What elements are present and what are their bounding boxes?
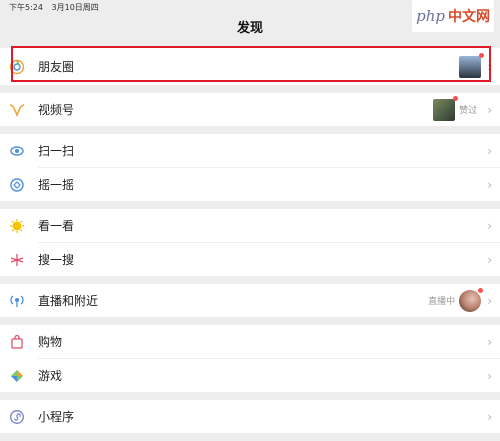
menu-item-live-nearby[interactable]: 直播和附近 直播中 ›	[0, 284, 500, 317]
watermark-php: php	[416, 7, 445, 25]
mini-program-icon	[8, 408, 26, 426]
channels-liked-text: 赞过	[459, 106, 478, 116]
unread-dot	[479, 52, 485, 58]
group-mini-program: 小程序 ›	[0, 400, 500, 433]
unread-dot	[478, 287, 484, 293]
watermark-logo: php 中文网	[412, 0, 494, 32]
status-date: 3月10日周四	[51, 3, 99, 12]
menu-item-channels[interactable]: 视频号 赞过 ›	[0, 93, 500, 126]
chevron-right-icon: ›	[487, 293, 492, 308]
chevron-right-icon: ›	[487, 218, 492, 233]
status-time: 下午5:24	[9, 3, 43, 12]
group-moments: 朋友圈 ›	[0, 48, 500, 85]
unread-dot	[453, 95, 459, 101]
moments-icon	[8, 58, 26, 76]
game-icon	[8, 367, 26, 385]
menu-item-top-stories[interactable]: 看一看 ›	[0, 209, 500, 242]
chevron-right-icon: ›	[487, 102, 492, 117]
shake-icon	[8, 176, 26, 194]
menu-item-label: 朋友圈	[38, 60, 75, 74]
chevron-right-icon: ›	[487, 252, 492, 267]
watermark-cn: 中文网	[448, 9, 490, 25]
chevron-right-icon: ›	[487, 177, 492, 192]
menu-item-label: 小程序	[38, 410, 75, 424]
shopping-bag-icon	[8, 333, 26, 351]
chevron-right-icon: ›	[487, 59, 492, 74]
menu-item-label: 扫一扫	[38, 144, 75, 158]
menu-item-label: 摇一摇	[38, 178, 75, 192]
group-live: 直播和附近 直播中 ›	[0, 284, 500, 317]
top-stories-icon	[8, 217, 26, 235]
menu-item-label: 看一看	[38, 219, 75, 233]
channels-thumbnail	[433, 95, 459, 121]
menu-item-moments[interactable]: 朋友圈 ›	[0, 48, 500, 85]
chevron-right-icon: ›	[487, 368, 492, 383]
menu-item-label: 购物	[38, 335, 63, 349]
scan-icon	[8, 142, 26, 160]
menu-item-games[interactable]: 游戏 ›	[0, 359, 500, 392]
group-shop-games: 购物 › 游戏 ›	[0, 325, 500, 392]
menu-item-mini-program[interactable]: 小程序 ›	[0, 400, 500, 433]
menu-item-label: 视频号	[38, 103, 75, 117]
chevron-right-icon: ›	[487, 334, 492, 349]
group-scan-shake: 扫一扫 › 摇一摇 ›	[0, 134, 500, 201]
group-stories-search: 看一看 › 搜一搜 ›	[0, 209, 500, 276]
live-icon	[8, 292, 26, 310]
channels-icon	[8, 101, 26, 119]
menu-item-scan[interactable]: 扫一扫 ›	[0, 134, 500, 167]
menu-item-shake[interactable]: 摇一摇 ›	[0, 168, 500, 201]
menu-item-shopping[interactable]: 购物 ›	[0, 325, 500, 358]
menu-item-label: 搜一搜	[38, 253, 75, 267]
group-channels: 视频号 赞过 ›	[0, 93, 500, 126]
moments-thumbnail	[459, 52, 485, 78]
menu-item-label: 游戏	[38, 369, 63, 383]
menu-item-search[interactable]: 搜一搜 ›	[0, 243, 500, 276]
live-status-text: 直播中	[428, 297, 456, 307]
menu-item-label: 直播和附近	[38, 294, 99, 308]
chevron-right-icon: ›	[487, 143, 492, 158]
search-icon	[8, 251, 26, 269]
avatar	[459, 287, 484, 312]
chevron-right-icon: ›	[487, 409, 492, 424]
